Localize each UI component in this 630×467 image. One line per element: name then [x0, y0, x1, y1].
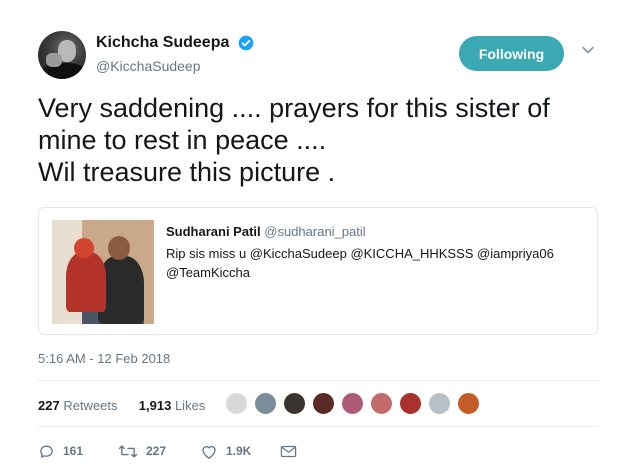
tweet-actions: 161 227 1.9K	[38, 441, 438, 461]
author-handle[interactable]: @KicchaSudeep	[96, 58, 254, 74]
retweets-label[interactable]: Retweets	[63, 398, 117, 413]
author-info[interactable]: Kichcha Sudeepa @KicchaSudeep	[96, 34, 254, 74]
quoted-author-name: Sudharani Patil	[166, 224, 261, 239]
reply-icon	[40, 445, 53, 458]
mail-icon	[280, 445, 297, 457]
reply-button[interactable]: 161	[38, 441, 83, 461]
tweet-header: Kichcha Sudeepa @KicchaSudeep Following	[38, 31, 598, 79]
retweet-count: 227	[146, 444, 167, 458]
author-display-name[interactable]: Kichcha Sudeepa	[96, 34, 229, 52]
quoted-tweet-text: Rip sis miss u @KicchaSudeep @KICCHA_HHK…	[166, 246, 554, 280]
liker-avatar[interactable]	[283, 392, 306, 415]
liker-avatar[interactable]	[312, 392, 335, 415]
heart-icon	[202, 445, 216, 459]
liker-avatar[interactable]	[457, 392, 480, 415]
divider	[38, 380, 598, 381]
retweet-button[interactable]: 227	[118, 441, 166, 461]
liker-avatar[interactable]	[399, 392, 422, 415]
quoted-author-handle: @sudharani_patil	[264, 224, 366, 239]
tweet-timestamp[interactable]: 5:16 AM - 12 Feb 2018	[38, 351, 170, 366]
likes-count[interactable]: 1,913	[139, 398, 172, 413]
liker-avatar[interactable]	[341, 392, 364, 415]
liker-avatar[interactable]	[428, 392, 451, 415]
liker-avatar[interactable]	[225, 392, 248, 415]
likes-label[interactable]: Likes	[175, 398, 205, 413]
quoted-tweet-photo[interactable]	[52, 220, 154, 324]
quoted-tweet-header: Sudharani Patil @sudharani_patil	[166, 224, 366, 239]
chevron-down-icon[interactable]	[581, 43, 595, 57]
tweet-stats: 227 Retweets 1,913 Likes	[38, 398, 205, 413]
retweet-icon	[118, 444, 138, 458]
verified-badge-icon	[238, 35, 254, 51]
following-button[interactable]: Following	[459, 36, 564, 71]
divider	[38, 426, 598, 427]
like-button[interactable]: 1.9K	[200, 441, 251, 461]
like-count: 1.9K	[226, 444, 252, 458]
liker-avatar[interactable]	[370, 392, 393, 415]
tweet-text: Very saddening .... prayers for this sis…	[38, 93, 550, 187]
quoted-tweet[interactable]: Sudharani Patil @sudharani_patil Rip sis…	[38, 207, 598, 335]
reply-count: 161	[63, 444, 84, 458]
liker-avatar[interactable]	[254, 392, 277, 415]
direct-message-button[interactable]	[280, 441, 305, 461]
retweets-count[interactable]: 227	[38, 398, 60, 413]
author-avatar[interactable]	[38, 31, 86, 79]
